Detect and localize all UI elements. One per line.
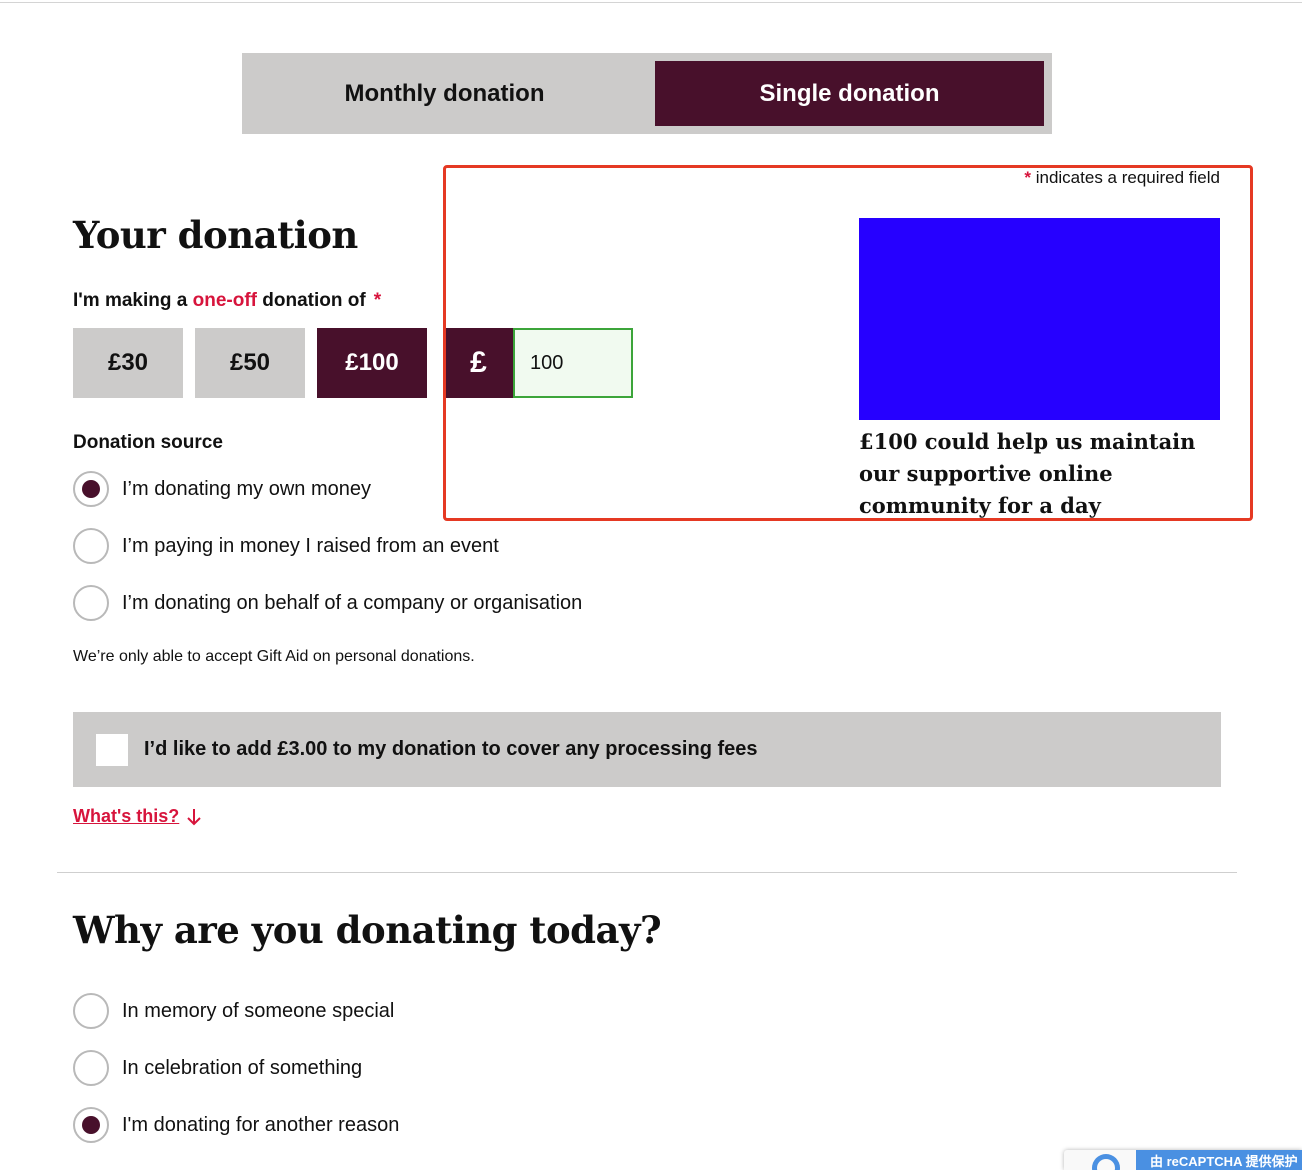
required-note-text: indicates a required field — [1035, 168, 1220, 187]
required-asterisk: * — [373, 290, 382, 311]
tab-monthly-donation[interactable]: Monthly donation — [250, 61, 639, 126]
radio-button[interactable] — [73, 528, 109, 564]
currency-symbol: £ — [444, 328, 513, 398]
radio-label: I’m paying in money I raised from an eve… — [122, 534, 499, 557]
radio-button[interactable] — [73, 993, 109, 1029]
whats-this-text: What's this? — [73, 806, 180, 826]
radio-button[interactable] — [73, 585, 109, 621]
impact-image — [859, 218, 1220, 420]
source-option-company[interactable]: I’m donating on behalf of a company or o… — [73, 585, 582, 621]
top-divider — [0, 2, 1302, 3]
radio-label: I’m donating my own money — [122, 477, 372, 500]
radio-label: I'm donating for another reason — [122, 1113, 400, 1136]
required-field-note: * indicates a required field — [1024, 168, 1220, 188]
recaptcha-text: 由 reCAPTCHA 提供保护 — [1136, 1150, 1302, 1170]
donation-type-tabs: Monthly donation Single donation — [242, 53, 1052, 134]
your-donation-title: Your donation — [73, 213, 358, 257]
impact-text: £100 could help us maintain our supporti… — [859, 429, 1196, 518]
source-option-event[interactable]: I’m paying in money I raised from an eve… — [73, 528, 499, 564]
recaptcha-icon — [1092, 1154, 1120, 1170]
label-suffix: donation of — [257, 290, 366, 311]
radio-label: In celebration of something — [122, 1056, 363, 1079]
label-prefix: I'm making a — [73, 290, 193, 311]
processing-fees-label[interactable]: I’d like to add £3.00 to my donation to … — [144, 738, 758, 761]
section-divider — [57, 872, 1237, 873]
required-asterisk: * — [1024, 168, 1031, 187]
donation-amount-label: I'm making a one-off donation of * — [73, 290, 381, 312]
reason-option-celebration[interactable]: In celebration of something — [73, 1050, 362, 1086]
amount-button-30[interactable]: £30 — [73, 328, 183, 398]
radio-label: In memory of someone special — [122, 999, 395, 1022]
tab-single-donation[interactable]: Single donation — [655, 61, 1044, 126]
radio-label: I’m donating on behalf of a company or o… — [122, 591, 583, 614]
custom-amount-input[interactable] — [513, 328, 633, 398]
whats-this-link[interactable]: What's this? — [73, 806, 201, 827]
processing-fees-checkbox[interactable] — [96, 733, 128, 766]
reason-option-memory[interactable]: In memory of someone special — [73, 993, 394, 1029]
arrow-down-icon — [187, 808, 201, 825]
amount-button-100[interactable]: £100 — [317, 328, 427, 398]
radio-button[interactable] — [73, 471, 109, 507]
processing-fees-option: I’d like to add £3.00 to my donation to … — [73, 712, 1221, 787]
gift-aid-note: We’re only able to accept Gift Aid on pe… — [73, 648, 475, 665]
donation-source-label: Donation source — [73, 432, 223, 453]
radio-button[interactable] — [73, 1050, 109, 1086]
source-option-own-money[interactable]: I’m donating my own money — [73, 471, 371, 507]
one-off-highlight: one-off — [192, 290, 257, 311]
recaptcha-badge[interactable]: 由 reCAPTCHA 提供保护 — [1064, 1150, 1302, 1170]
amount-button-50[interactable]: £50 — [195, 328, 305, 398]
reason-option-other[interactable]: I'm donating for another reason — [73, 1107, 399, 1143]
radio-button[interactable] — [73, 1107, 109, 1143]
why-donating-title: Why are you donating today? — [73, 908, 662, 952]
